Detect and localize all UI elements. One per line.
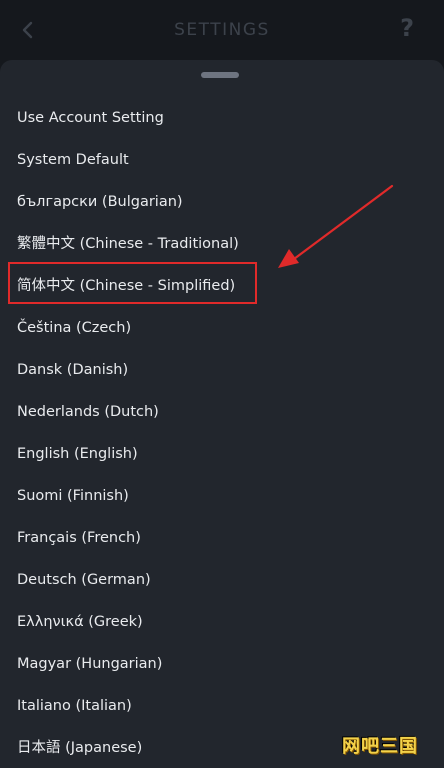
language-option[interactable]: български (Bulgarian) [0,181,444,223]
app-header: SETTINGS ? [0,0,444,62]
language-list: Use Account Setting System Default бълга… [0,97,444,768]
language-option[interactable]: Ελληνικά (Greek) [0,601,444,643]
language-option[interactable]: Suomi (Finnish) [0,475,444,517]
language-option[interactable]: Français (French) [0,517,444,559]
language-option[interactable]: Čeština (Czech) [0,307,444,349]
language-option[interactable]: Dansk (Danish) [0,349,444,391]
watermark-logo: 网吧三国 [342,736,418,757]
page-title: SETTINGS [174,20,270,40]
language-option[interactable]: Magyar (Hungarian) [0,643,444,685]
question-mark-icon: ? [400,14,414,42]
language-option[interactable]: System Default [0,139,444,181]
language-option[interactable]: Italiano (Italian) [0,685,444,727]
language-option[interactable]: Nederlands (Dutch) [0,391,444,433]
language-option[interactable]: English (English) [0,433,444,475]
drag-handle[interactable] [201,72,239,78]
language-option-highlighted[interactable]: 简体中文 (Chinese - Simplified) [0,265,444,307]
help-button[interactable]: ? [400,14,414,42]
language-option[interactable]: Deutsch (German) [0,559,444,601]
screen: SETTINGS ? Use Account Setting System De… [0,0,444,768]
language-picker-sheet: Use Account Setting System Default бълга… [0,60,444,768]
language-option[interactable]: 繁體中文 (Chinese - Traditional) [0,223,444,265]
language-option[interactable]: Use Account Setting [0,97,444,139]
